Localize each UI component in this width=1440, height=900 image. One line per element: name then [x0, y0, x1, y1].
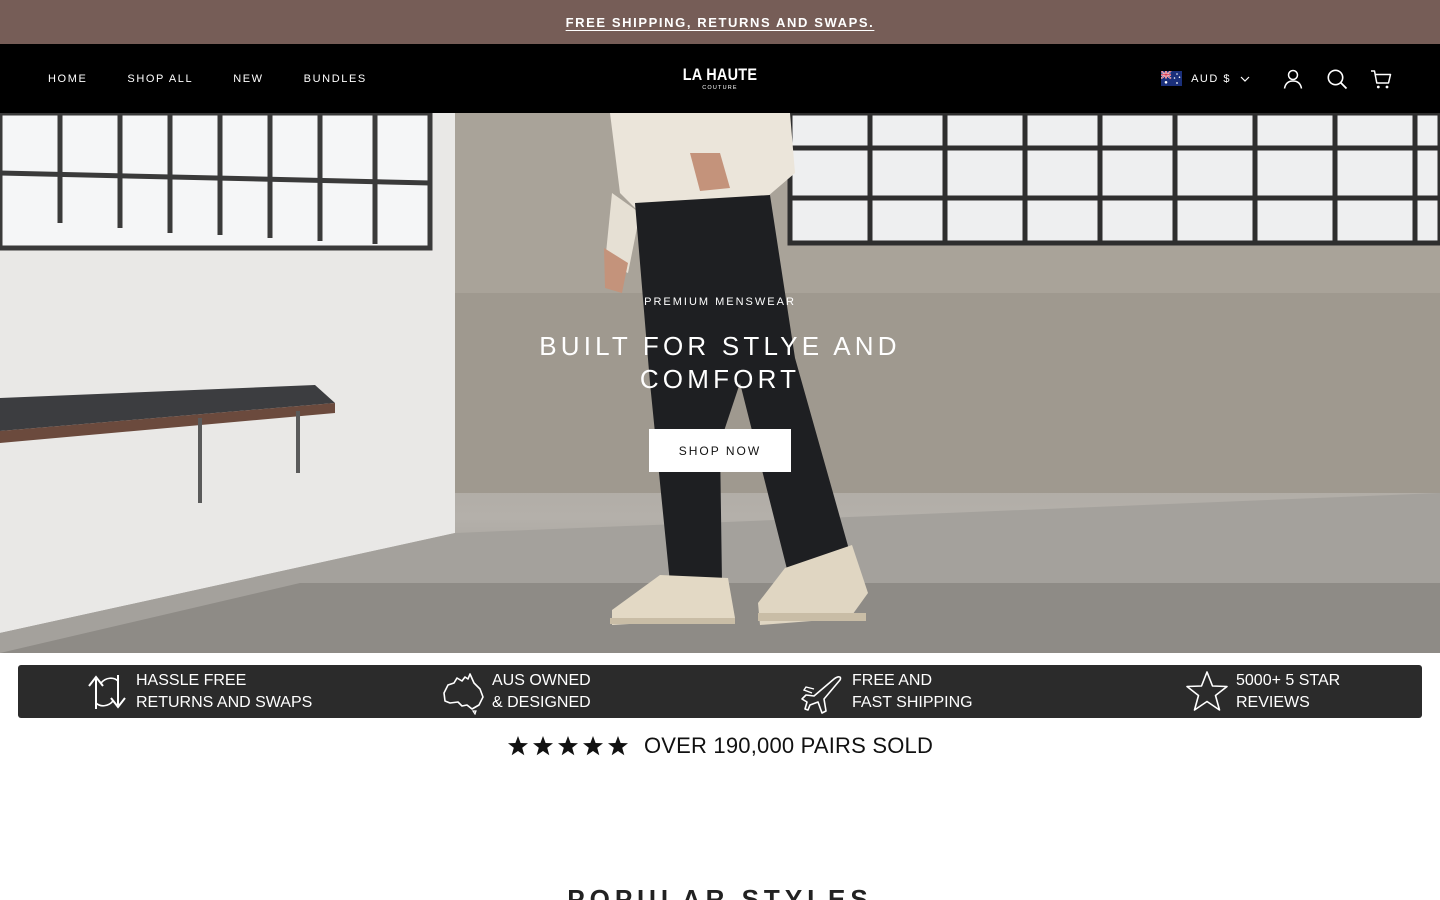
star-rating: [507, 735, 632, 757]
announcement-link[interactable]: FREE SHIPPING, RETURNS AND SWAPS.: [566, 15, 875, 30]
star-outline-icon: [1186, 670, 1228, 711]
usp-line: RETURNS AND SWAPS: [136, 693, 313, 711]
nav-home[interactable]: HOME: [48, 73, 87, 85]
rating-summary: OVER 190,000 PAIRS SOLD: [0, 731, 1440, 761]
australia-map-icon: [443, 672, 484, 715]
search-icon[interactable]: [1326, 68, 1348, 90]
usp-item-reviews: 5000+ 5 STAR REVIEWS: [1184, 665, 1340, 718]
star-filled-icon: [532, 736, 553, 756]
site-header: HOME SHOP ALL NEW BUNDLES LA HAUTE COUTU…: [0, 44, 1440, 113]
usp-item-returns: HASSLE FREE RETURNS AND SWAPS: [84, 665, 312, 718]
usp-strip: HASSLE FREE RETURNS AND SWAPS AUS OWNED …: [18, 665, 1422, 718]
hero-eyebrow: PREMIUM MENSWEAR: [644, 296, 796, 308]
chevron-down-icon: [1240, 76, 1250, 82]
star-filled-icon: [557, 736, 578, 756]
shop-now-button[interactable]: SHOP NOW: [649, 429, 791, 472]
usp-line: FAST SHIPPING: [852, 693, 973, 711]
usp-line: HASSLE FREE: [136, 671, 247, 689]
header-actions: AUD $: [1161, 44, 1392, 113]
announcement-bar: FREE SHIPPING, RETURNS AND SWAPS.: [0, 0, 1440, 44]
star-filled-icon: [582, 736, 603, 756]
usp-item-aus-owned: AUS OWNED & DESIGNED: [440, 665, 591, 718]
popular-styles-heading: POPULAR STYLES: [567, 884, 873, 900]
site-logo[interactable]: LA HAUTE COUTURE: [660, 65, 780, 92]
returns-arrows-icon: [88, 674, 126, 709]
logo-main-text: LA HAUTE: [682, 65, 758, 84]
cart-icon[interactable]: [1370, 68, 1392, 90]
currency-selector[interactable]: AUD $: [1161, 71, 1250, 86]
logo-sub-text: COUTURE: [702, 85, 738, 91]
star-filled-icon: [607, 736, 628, 756]
usp-item-shipping: FREE AND FAST SHIPPING: [800, 665, 973, 718]
nav-new[interactable]: NEW: [233, 73, 263, 85]
usp-line: REVIEWS: [1236, 693, 1310, 711]
usp-text-shipping: FREE AND FAST SHIPPING: [852, 670, 973, 714]
usp-line: 5000+ 5 STAR: [1236, 671, 1341, 689]
usp-line: AUS OWNED: [492, 671, 591, 689]
usp-line: & DESIGNED: [492, 693, 591, 711]
usp-text-reviews: 5000+ 5 STAR REVIEWS: [1236, 670, 1340, 714]
australia-flag-icon: [1161, 71, 1183, 86]
nav-shop-all[interactable]: SHOP ALL: [127, 73, 193, 85]
usp-text-aus-owned: AUS OWNED & DESIGNED: [492, 670, 591, 714]
currency-label: AUD $: [1191, 72, 1231, 85]
usp-line: FREE AND: [852, 671, 933, 689]
hero-content: PREMIUM MENSWEAR BUILT FOR STLYE AND COM…: [0, 113, 1440, 653]
hero-headline: BUILT FOR STLYE AND COMFORT: [539, 331, 901, 394]
airplane-icon: [801, 675, 842, 714]
pairs-sold-text: OVER 190,000 PAIRS SOLD: [643, 733, 934, 758]
hero-banner: PREMIUM MENSWEAR BUILT FOR STLYE AND COM…: [0, 113, 1440, 653]
usp-text-returns: HASSLE FREE RETURNS AND SWAPS: [136, 670, 312, 714]
main-nav: HOME SHOP ALL NEW BUNDLES: [48, 44, 407, 113]
star-filled-icon: [507, 736, 528, 756]
account-icon[interactable]: [1282, 68, 1304, 90]
nav-bundles[interactable]: BUNDLES: [304, 73, 367, 85]
